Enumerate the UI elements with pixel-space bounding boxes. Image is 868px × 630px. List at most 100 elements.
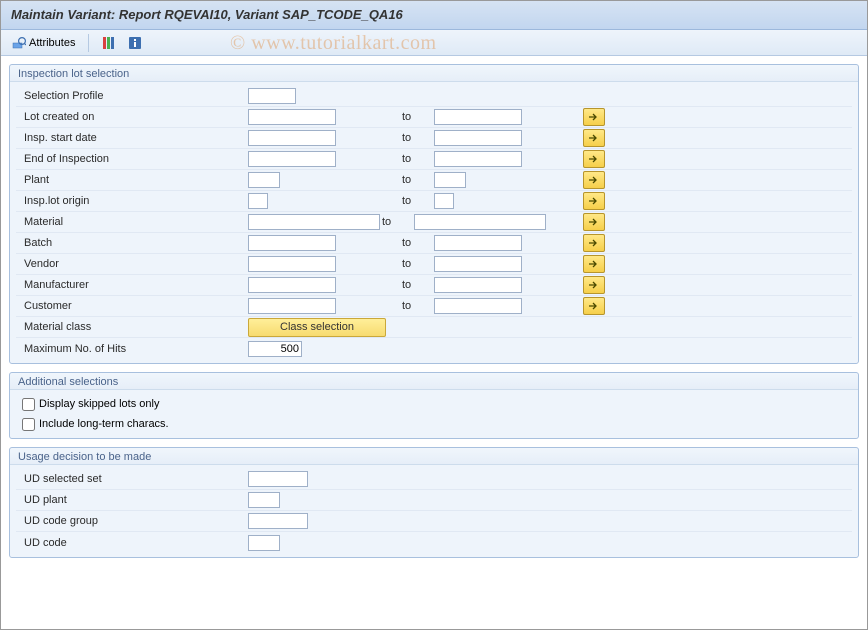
multiple-selection-button[interactable] <box>583 234 605 252</box>
label-insp-start-date: Insp. start date <box>18 132 248 144</box>
input-end-insp-to[interactable] <box>434 151 522 167</box>
label-to: to <box>378 237 434 249</box>
class-selection-button[interactable]: Class selection <box>248 318 386 337</box>
label-lot-created-on: Lot created on <box>18 111 248 123</box>
page-title: Maintain Variant: Report RQEVAI10, Varia… <box>1 1 867 30</box>
label-ud-plant: UD plant <box>18 494 248 506</box>
input-ud-code-group[interactable] <box>248 513 308 529</box>
row-display-skipped: Display skipped lots only <box>16 394 852 414</box>
toolbar-separator <box>88 34 89 52</box>
input-manufacturer-from[interactable] <box>248 277 336 293</box>
checkbox-display-skipped[interactable] <box>22 398 35 411</box>
label-ud-selected-set: UD selected set <box>18 473 248 485</box>
attributes-label: Attributes <box>29 37 75 49</box>
attributes-button[interactable]: Attributes <box>9 35 78 51</box>
row-insp-lot-origin: Insp.lot origin to <box>16 191 852 212</box>
label-to: to <box>378 132 434 144</box>
row-manufacturer: Manufacturer to <box>16 275 852 296</box>
row-ud-selected-set: UD selected set <box>16 469 852 490</box>
row-ud-plant: UD plant <box>16 490 852 511</box>
input-lot-created-from[interactable] <box>248 109 336 125</box>
row-batch: Batch to <box>16 233 852 254</box>
input-ud-plant[interactable] <box>248 492 280 508</box>
row-plant: Plant to <box>16 170 852 191</box>
input-batch-from[interactable] <box>248 235 336 251</box>
arrow-right-icon <box>588 280 600 290</box>
arrow-right-icon <box>588 217 600 227</box>
row-include-longterm: Include long-term characs. <box>16 414 852 434</box>
toolbar-icon-stripes[interactable] <box>99 35 119 51</box>
input-vendor-to[interactable] <box>434 256 522 272</box>
label-display-skipped: Display skipped lots only <box>39 398 159 410</box>
row-ud-code-group: UD code group <box>16 511 852 532</box>
row-vendor: Vendor to <box>16 254 852 275</box>
input-lot-created-to[interactable] <box>434 109 522 125</box>
label-plant: Plant <box>18 174 248 186</box>
label-ud-code: UD code <box>18 537 248 549</box>
input-plant-from[interactable] <box>248 172 280 188</box>
label-to: to <box>378 279 434 291</box>
attributes-icon <box>12 36 26 50</box>
label-to: to <box>378 216 414 228</box>
arrow-right-icon <box>588 301 600 311</box>
input-origin-from[interactable] <box>248 193 268 209</box>
input-customer-from[interactable] <box>248 298 336 314</box>
input-insp-start-to[interactable] <box>434 130 522 146</box>
arrow-right-icon <box>588 112 600 122</box>
input-vendor-from[interactable] <box>248 256 336 272</box>
multiple-selection-button[interactable] <box>583 276 605 294</box>
stripes-icon <box>102 36 116 50</box>
checkbox-include-longterm[interactable] <box>22 418 35 431</box>
input-selection-profile[interactable] <box>248 88 296 104</box>
row-material-class: Material class Class selection <box>16 317 852 338</box>
label-end-of-inspection: End of Inspection <box>18 153 248 165</box>
info-icon <box>128 36 142 50</box>
arrow-right-icon <box>588 133 600 143</box>
input-batch-to[interactable] <box>434 235 522 251</box>
label-ud-code-group: UD code group <box>18 515 248 527</box>
group-title-additional: Additional selections <box>10 373 858 390</box>
input-insp-start-from[interactable] <box>248 130 336 146</box>
group-title-usage: Usage decision to be made <box>10 448 858 465</box>
multiple-selection-button[interactable] <box>583 213 605 231</box>
group-additional-selections: Additional selections Display skipped lo… <box>9 372 859 439</box>
label-vendor: Vendor <box>18 258 248 270</box>
input-material-to[interactable] <box>414 214 546 230</box>
input-ud-selected-set[interactable] <box>248 471 308 487</box>
label-selection-profile: Selection Profile <box>18 90 248 102</box>
multiple-selection-button[interactable] <box>583 150 605 168</box>
input-material-from[interactable] <box>248 214 380 230</box>
input-manufacturer-to[interactable] <box>434 277 522 293</box>
row-customer: Customer to <box>16 296 852 317</box>
arrow-right-icon <box>588 238 600 248</box>
multiple-selection-button[interactable] <box>583 192 605 210</box>
multiple-selection-button[interactable] <box>583 297 605 315</box>
multiple-selection-button[interactable] <box>583 255 605 273</box>
input-customer-to[interactable] <box>434 298 522 314</box>
multiple-selection-button[interactable] <box>583 129 605 147</box>
toolbar: Attributes <box>1 30 867 56</box>
multiple-selection-button[interactable] <box>583 171 605 189</box>
arrow-right-icon <box>588 175 600 185</box>
label-to: to <box>378 111 434 123</box>
label-material-class: Material class <box>18 321 248 333</box>
input-plant-to[interactable] <box>434 172 466 188</box>
toolbar-icon-info[interactable] <box>125 35 145 51</box>
row-insp-start-date: Insp. start date to <box>16 128 852 149</box>
input-max-hits[interactable] <box>248 341 302 357</box>
multiple-selection-button[interactable] <box>583 108 605 126</box>
input-ud-code[interactable] <box>248 535 280 551</box>
label-include-longterm: Include long-term characs. <box>39 418 169 430</box>
label-to: to <box>378 300 434 312</box>
input-origin-to[interactable] <box>434 193 454 209</box>
label-insp-lot-origin: Insp.lot origin <box>18 195 248 207</box>
label-to: to <box>378 153 434 165</box>
group-inspection-lot-selection: Inspection lot selection Selection Profi… <box>9 64 859 364</box>
label-batch: Batch <box>18 237 248 249</box>
input-end-insp-from[interactable] <box>248 151 336 167</box>
group-usage-decision: Usage decision to be made UD selected se… <box>9 447 859 558</box>
label-customer: Customer <box>18 300 248 312</box>
label-max-hits: Maximum No. of Hits <box>18 343 248 355</box>
group-title-inspection: Inspection lot selection <box>10 65 858 82</box>
row-selection-profile: Selection Profile <box>16 86 852 107</box>
